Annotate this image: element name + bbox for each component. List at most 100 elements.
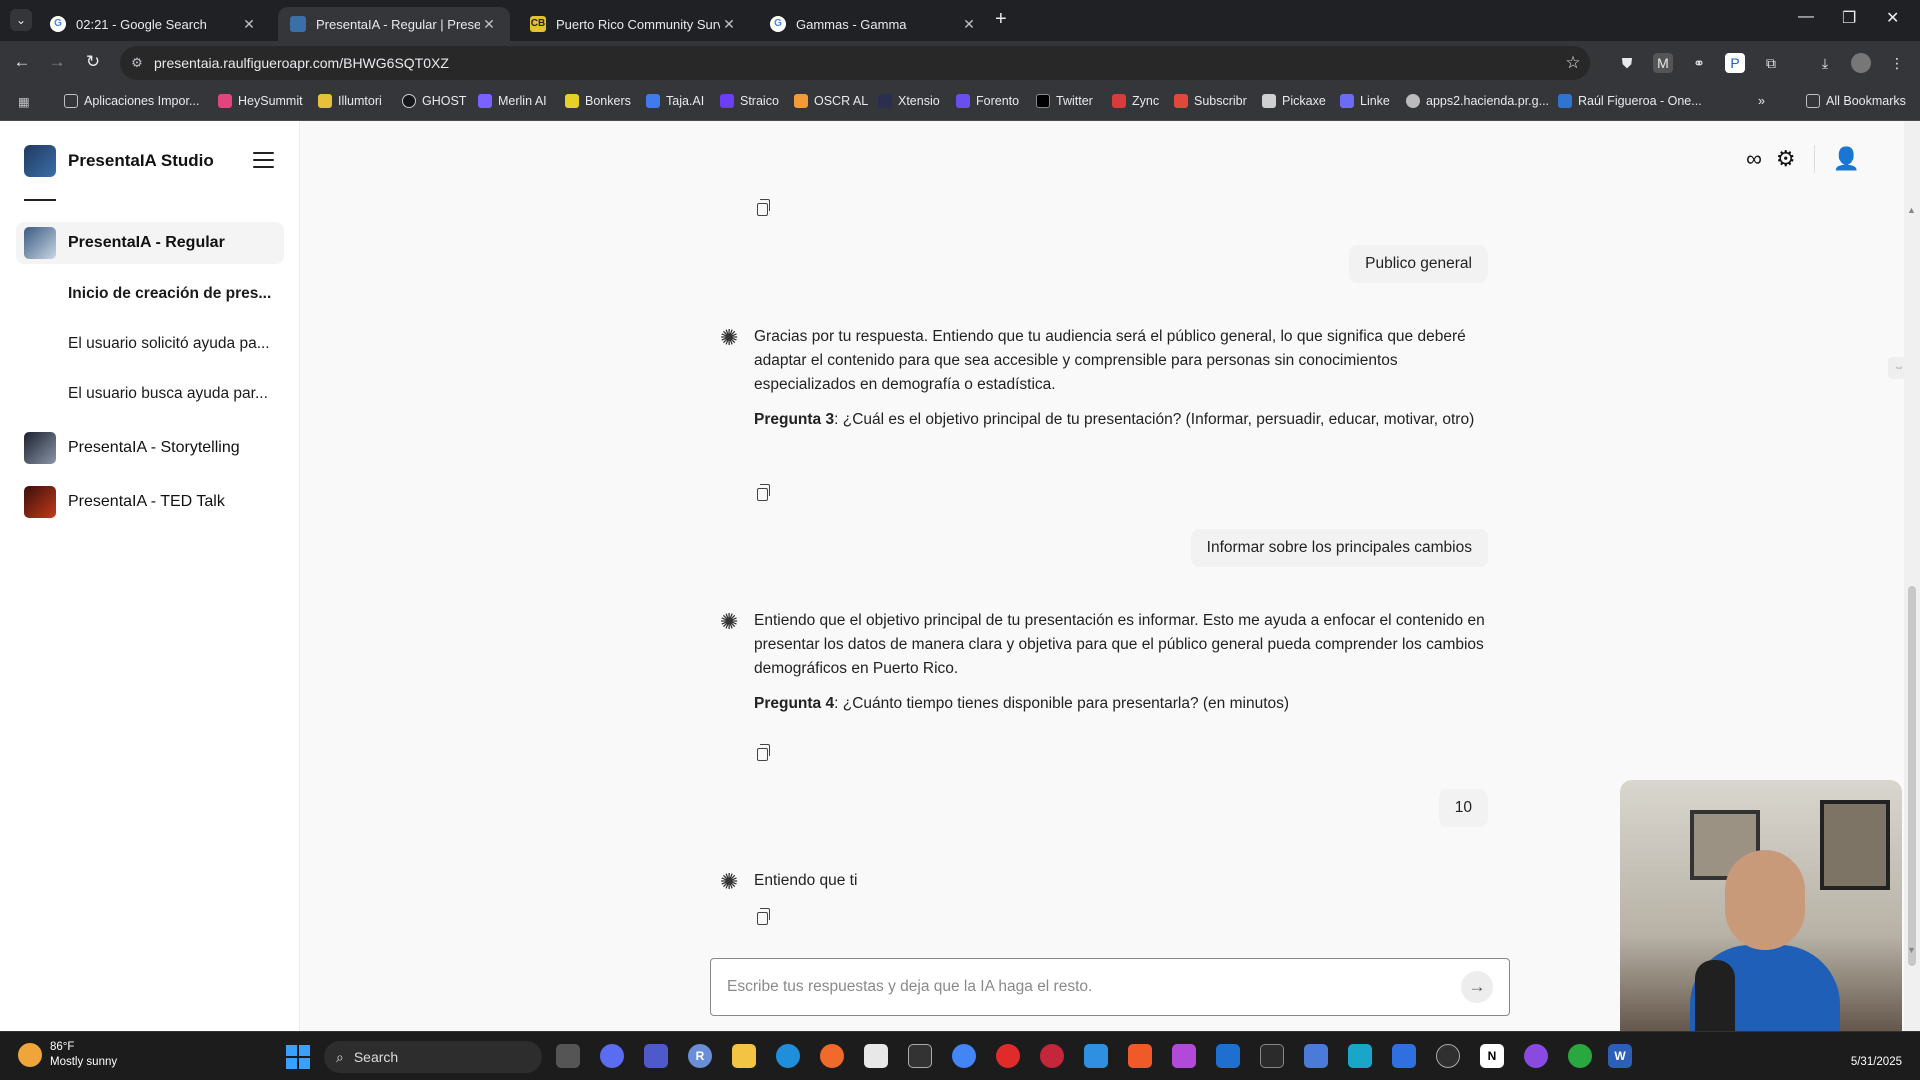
url-text[interactable]: presentaia.raulfigueroapr.com/BHWG6SQT0X…	[154, 55, 1556, 71]
copilot-icon[interactable]	[600, 1044, 624, 1068]
taskbar-search-label: Search	[353, 1049, 399, 1065]
copy-icon[interactable]	[757, 199, 770, 216]
bookmark[interactable]: Twitter	[1036, 94, 1093, 108]
tab-google-search[interactable]: G 02:21 - Google Search ✕	[38, 7, 270, 41]
hamburger-menu-icon[interactable]	[253, 152, 274, 168]
new-tab-button[interactable]: +	[995, 8, 1007, 31]
bookmark[interactable]: Zync	[1112, 94, 1159, 108]
profile-r-icon[interactable]: R	[688, 1044, 712, 1068]
slack-icon[interactable]	[1260, 1044, 1284, 1068]
app-icon[interactable]	[1172, 1044, 1196, 1068]
tab-search-button[interactable]: ⌄	[10, 9, 32, 31]
bookmark[interactable]: Straico	[720, 94, 779, 108]
tab-gamma[interactable]: G Gammas - Gamma ✕	[758, 7, 990, 41]
xbox-icon[interactable]	[1568, 1044, 1592, 1068]
bookmark[interactable]: Illumtori	[318, 94, 382, 108]
extension-merlin-icon[interactable]: M	[1653, 53, 1673, 73]
copy-icon[interactable]	[757, 744, 770, 761]
conversation-item[interactable]: El usuario solicitó ayuda pa...	[68, 335, 278, 353]
conversation-item[interactable]: El usuario busca ayuda par...	[68, 385, 278, 403]
apps-grid-icon[interactable]: ▦	[18, 94, 30, 109]
site-settings-icon[interactable]: ⚙	[120, 55, 154, 71]
address-bar[interactable]: ⚙ presentaia.raulfigueroapr.com/BHWG6SQT…	[120, 46, 1590, 80]
store-icon[interactable]	[864, 1044, 888, 1068]
sidebar-item-presentaia-storytelling[interactable]: PresentaIA - Storytelling	[16, 427, 284, 469]
forward-icon[interactable]: →	[45, 52, 69, 72]
all-bookmarks[interactable]: All Bookmarks	[1806, 94, 1906, 108]
settings-chip-icon[interactable]: ⚙	[1776, 146, 1796, 172]
bookmark-star-icon[interactable]: ☆	[1556, 53, 1590, 73]
bookmark[interactable]: Raúl Figueroa - One...	[1558, 94, 1702, 108]
bookmark[interactable]: Pickaxe	[1262, 94, 1326, 108]
tab-presentaia[interactable]: PresentaIA - Regular | Presenta ✕	[278, 7, 510, 41]
extension-shield-icon[interactable]: ⛊	[1617, 53, 1637, 73]
reload-icon[interactable]: ↻	[81, 52, 105, 72]
word-icon[interactable]: W	[1608, 1044, 1632, 1068]
close-icon[interactable]: ✕	[480, 16, 498, 33]
extensions-puzzle-icon[interactable]: ⧉	[1761, 53, 1781, 73]
notion-icon[interactable]: N	[1480, 1044, 1504, 1068]
app-icon[interactable]	[1392, 1044, 1416, 1068]
teams-icon[interactable]	[644, 1044, 668, 1068]
chrome-icon[interactable]	[952, 1044, 976, 1068]
close-icon[interactable]: ✕	[240, 16, 258, 33]
scrollbar-thumb[interactable]	[1908, 586, 1916, 966]
extension-p-icon[interactable]: P	[1725, 53, 1745, 73]
app-icon[interactable]	[1128, 1044, 1152, 1068]
taskbar-search[interactable]: ⌕ Search	[324, 1041, 542, 1073]
edge-icon[interactable]	[776, 1044, 800, 1068]
close-icon[interactable]: ✕	[960, 16, 978, 33]
bookmark[interactable]: apps2.hacienda.pr.g...	[1406, 94, 1549, 108]
app-icon[interactable]	[1524, 1044, 1548, 1068]
firefox-icon[interactable]	[820, 1044, 844, 1068]
app-icon[interactable]	[1084, 1044, 1108, 1068]
app-icon[interactable]	[908, 1044, 932, 1068]
bookmark[interactable]: OSCR AL	[794, 94, 868, 108]
task-view-icon[interactable]	[556, 1044, 580, 1068]
download-icon[interactable]: ⤓	[1815, 53, 1835, 73]
app-icon[interactable]	[1348, 1044, 1372, 1068]
scroll-down-icon[interactable]: ▼	[1907, 945, 1916, 955]
app-icon[interactable]	[1304, 1044, 1328, 1068]
bookmark[interactable]: Subscribr	[1174, 94, 1247, 108]
user-profile-icon[interactable]: 👤	[1833, 146, 1860, 172]
sidebar-item-presentaia-ted-talk[interactable]: PresentaIA - TED Talk	[16, 481, 284, 523]
bookmark[interactable]: Taja.AI	[646, 94, 704, 108]
conversation-item[interactable]: Inicio de creación de pres...	[68, 285, 278, 303]
bookmark[interactable]: Forento	[956, 94, 1019, 108]
infinity-icon[interactable]: ∞	[1746, 146, 1762, 172]
close-icon[interactable]: ✕	[720, 16, 738, 33]
chat-input[interactable]	[727, 978, 1461, 996]
bookmark-folder[interactable]: Aplicaciones Impor...	[64, 94, 199, 108]
menu-kebab-icon[interactable]: ⋮	[1887, 53, 1907, 73]
back-icon[interactable]: ←	[10, 52, 34, 72]
scrollbar[interactable]: ▲ ▼	[1904, 121, 1920, 1031]
outlook-icon[interactable]	[1216, 1044, 1240, 1068]
restore-icon[interactable]: ❐	[1842, 8, 1856, 28]
close-window-icon[interactable]: ✕	[1886, 8, 1899, 28]
scroll-up-icon[interactable]: ▲	[1907, 205, 1916, 215]
app-icon[interactable]	[1040, 1044, 1064, 1068]
bookmark[interactable]: GHOST	[402, 94, 466, 108]
bookmark[interactable]: Bonkers	[565, 94, 631, 108]
profile-avatar-icon[interactable]	[1851, 53, 1871, 73]
file-explorer-icon[interactable]	[732, 1044, 756, 1068]
record-icon[interactable]	[996, 1044, 1020, 1068]
assistant-avatar-icon: ✺	[720, 609, 739, 634]
app-icon[interactable]	[1436, 1044, 1460, 1068]
copy-icon[interactable]	[757, 908, 770, 925]
bookmark[interactable]: Merlin AI	[478, 94, 547, 108]
extension-link-icon[interactable]: ⚭	[1689, 53, 1709, 73]
send-arrow-icon[interactable]: →	[1461, 971, 1493, 1003]
brand[interactable]: PresentaIA Studio	[24, 145, 214, 177]
windows-start-icon[interactable]	[286, 1045, 310, 1069]
copy-icon[interactable]	[757, 484, 770, 501]
more-bookmarks-icon[interactable]: »	[1758, 94, 1765, 108]
bookmark[interactable]: Xtensio	[878, 94, 940, 108]
sidebar-item-presentaia-regular[interactable]: PresentaIA - Regular	[16, 222, 284, 264]
bookmark[interactable]: Linke	[1340, 94, 1390, 108]
minimize-icon[interactable]: —	[1798, 8, 1814, 26]
weather-widget[interactable]: 86°F Mostly sunny	[18, 1040, 117, 1070]
bookmark[interactable]: HeySummit	[218, 94, 303, 108]
tab-community-survey[interactable]: CB Puerto Rico Community Survey ✕	[518, 7, 750, 41]
